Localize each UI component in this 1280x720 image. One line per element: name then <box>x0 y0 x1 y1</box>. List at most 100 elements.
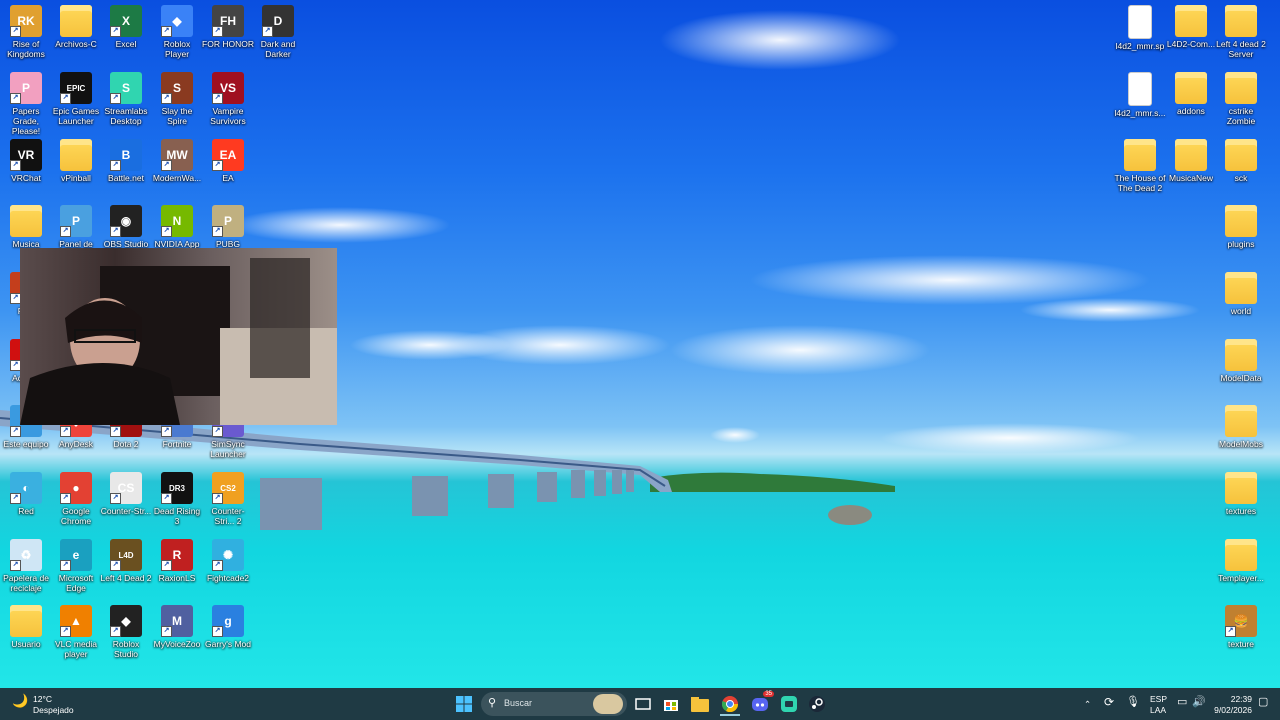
desktop-icon-fightcade2[interactable]: ✺ ↗ Fightcade2 <box>202 539 254 583</box>
dead-rising-3-icon: DR3 ↗ <box>161 472 193 504</box>
microphone-icon[interactable]: 🎙 <box>1126 697 1140 708</box>
network-icon[interactable]: ▭ <box>1177 697 1187 708</box>
desktop-icon-obs-studio[interactable]: ◉ ↗ OBS Studio <box>100 205 152 249</box>
desktop-icon-epic-games-launcher[interactable]: EPIC ↗ Epic Games Launcher <box>50 72 102 126</box>
desktop-icon-dead-rising-3[interactable]: DR3 ↗ Dead Rising 3 <box>151 472 203 526</box>
rise-of-kingdoms-icon: RK ↗ <box>10 5 42 37</box>
task-view-button[interactable] <box>633 694 653 714</box>
document-icon <box>1128 72 1152 106</box>
desktop-icon-archivos-c[interactable]: Archivos-C <box>50 5 102 49</box>
desktop-icon-garry-s-mod[interactable]: g ↗ Garry's Mod <box>202 605 254 649</box>
shortcut-arrow-icon: ↗ <box>110 160 121 171</box>
desktop-icon-plugins[interactable]: plugins <box>1215 205 1267 249</box>
webcam-overlay[interactable] <box>20 248 337 425</box>
desktop-icon-left-4-dead-2-server[interactable]: Left 4 dead 2 Server <box>1215 5 1267 59</box>
show-hidden-icons-chevron-icon[interactable]: ⌃ <box>1084 699 1091 709</box>
desktop-icon-vlc-media-player[interactable]: ▲ ↗ VLC media player <box>50 605 102 659</box>
desktop-icon-ea[interactable]: EA ↗ EA <box>202 139 254 183</box>
desktop-icon-label: Counter-Str... <box>100 506 152 516</box>
shortcut-arrow-icon: ↗ <box>10 560 21 571</box>
desktop-icon-label: MusicaNew <box>1169 173 1213 183</box>
clock-date[interactable]: 9/02/2026 <box>1206 705 1252 715</box>
desktop-icon-counter-stri-2[interactable]: CS2 ↗ Counter-Stri... 2 <box>202 472 254 526</box>
desktop-icon-textures[interactable]: textures <box>1215 472 1267 516</box>
weather-desc[interactable]: Despejado <box>33 705 74 715</box>
desktop-icon-excel[interactable]: X ↗ Excel <box>100 5 152 49</box>
desktop-icon-roblox-player[interactable]: ◆ ↗ Roblox Player <box>151 5 203 59</box>
desktop-icon-streamlabs-desktop[interactable]: S ↗ Streamlabs Desktop <box>100 72 152 126</box>
start-button[interactable] <box>454 694 474 714</box>
store-icon <box>664 700 678 711</box>
desktop-icon-rise-of-kingdoms[interactable]: RK ↗ Rise of Kingdoms <box>0 5 52 59</box>
streamlabs-taskbar-button[interactable] <box>779 694 799 714</box>
desktop-icon-addons[interactable]: addons <box>1165 72 1217 116</box>
desktop-icon-cstrike-zombie[interactable]: cstrike Zombie <box>1215 72 1267 126</box>
sync-icon[interactable]: ⟳ <box>1104 696 1114 708</box>
desktop-icon-roblox-studio[interactable]: ◆ ↗ Roblox Studio <box>100 605 152 659</box>
shortcut-arrow-icon: ↗ <box>10 93 21 104</box>
folder-icon <box>10 205 42 237</box>
folder-icon <box>1225 405 1257 437</box>
desktop-icon-nvidia-app[interactable]: N ↗ NVIDIA App <box>151 205 203 249</box>
desktop-icon-papelera-de-reciclaje[interactable]: ♻ ↗ Papelera de reciclaje <box>0 539 52 593</box>
desktop-icon-usuario[interactable]: Usuario <box>0 605 52 649</box>
microsoft-store-button[interactable] <box>661 694 681 714</box>
desktop-icon-sck[interactable]: sck <box>1215 139 1267 183</box>
desktop-icon-modernwa[interactable]: MW ↗ ModernWa... <box>151 139 203 183</box>
desktop-icon-papers-grade-please[interactable]: P ↗ Papers Grade, Please! <box>0 72 52 136</box>
desktop-icon-red[interactable]: ◐ ↗ Red <box>0 472 52 516</box>
desktop-icon-modelmobs[interactable]: ModelMobs <box>1215 405 1267 449</box>
desktop-icon-slay-the-spire[interactable]: S ↗ Slay the Spire <box>151 72 203 126</box>
desktop-icon-label: VLC media player <box>54 639 98 659</box>
volume-icon[interactable]: 🔊 <box>1192 697 1206 708</box>
discord-taskbar-button[interactable]: 35 <box>750 691 774 714</box>
desktop-icon-label: Microsoft Edge <box>58 573 94 593</box>
desktop-icon-label: texture <box>1228 639 1254 649</box>
desktop-icon-pubg[interactable]: P ↗ PUBG <box>202 205 254 249</box>
desktop-icon-label: Rise of Kingdoms <box>7 39 45 59</box>
shortcut-arrow-icon: ↗ <box>212 160 223 171</box>
desktop-icon-microsoft-edge[interactable]: e ↗ Microsoft Edge <box>50 539 102 593</box>
file-explorer-button[interactable] <box>690 694 710 714</box>
desktop-icon-label: SimSync Launcher <box>210 439 246 459</box>
desktop-icon-templayer[interactable]: Templayer... <box>1215 539 1267 583</box>
desktop-icon-vrchat[interactable]: VR ↗ VRChat <box>0 139 52 183</box>
desktop-icon-the-house-of-the-dead-2[interactable]: The House of The Dead 2 <box>1114 139 1166 193</box>
shortcut-arrow-icon: ↗ <box>161 626 172 637</box>
desktop-icon-left-4-dead-2[interactable]: L4D ↗ Left 4 Dead 2 <box>100 539 152 583</box>
desktop-icon-label: Templayer... <box>1218 573 1264 583</box>
webcam-feed <box>20 258 337 425</box>
weather-temp[interactable]: 12°C <box>33 694 52 704</box>
desktop-icon-musicanew[interactable]: MusicaNew <box>1165 139 1217 183</box>
desktop-icon-panel-de[interactable]: P ↗ Panel de <box>50 205 102 249</box>
desktop-icon-l4d2-mmr-sp[interactable]: l4d2_mmr.sp <box>1114 5 1166 51</box>
clock-time[interactable]: 22:39 <box>1214 694 1252 704</box>
desktop-icon-myvoicezoo[interactable]: M ↗ MyVoiceZoo <box>151 605 203 649</box>
desktop-icon-counter-str[interactable]: CS ↗ Counter-Str... <box>100 472 152 516</box>
desktop-icon-musica[interactable]: Musica <box>0 205 52 249</box>
desktop-icon-l4d2-com[interactable]: L4D2-Com... <box>1165 5 1217 49</box>
desktop-icon-l4d2-mmr-s[interactable]: l4d2_mmr.s... <box>1114 72 1166 118</box>
steam-taskbar-button[interactable] <box>807 694 827 714</box>
desktop-icon-texture[interactable]: 🍔 ↗ texture <box>1215 605 1267 649</box>
notifications-icon[interactable]: ▢ <box>1258 697 1268 708</box>
weather-moon-icon[interactable]: 🌙 <box>12 694 28 707</box>
language-indicator[interactable]: ESP <box>1150 694 1167 704</box>
desktop-icon-dark-and-darker[interactable]: D ↗ Dark and Darker <box>252 5 304 59</box>
epic-games-launcher-icon: EPIC ↗ <box>60 72 92 104</box>
desktop-icon-modeldata[interactable]: ModelData <box>1215 339 1267 383</box>
desktop-icon-battle-net[interactable]: B ↗ Battle.net <box>100 139 152 183</box>
desktop-icon-label: Usuario <box>11 639 41 649</box>
desktop-icon-raxionls[interactable]: R ↗ RaxionLS <box>151 539 203 583</box>
desktop-icon-google-chrome[interactable]: ● ↗ Google Chrome <box>50 472 102 526</box>
desktop-icon-for-honor[interactable]: FH ↗ FOR HONOR <box>202 5 254 49</box>
desktop-icon-world[interactable]: world <box>1215 272 1267 316</box>
language-sub[interactable]: LAA <box>1150 705 1166 715</box>
chrome-taskbar-button[interactable] <box>720 694 740 716</box>
shortcut-arrow-icon: ↗ <box>161 160 172 171</box>
taskbar-search-box[interactable]: ⚲ Buscar <box>481 692 627 716</box>
desktop-icon-vpinball[interactable]: vPinball <box>50 139 102 183</box>
desktop-icon-vampire-survivors[interactable]: VS ↗ Vampire Survivors <box>202 72 254 126</box>
shortcut-arrow-icon: ↗ <box>1225 626 1236 637</box>
desktop-icon-label: Papelera de reciclaje <box>3 573 49 593</box>
